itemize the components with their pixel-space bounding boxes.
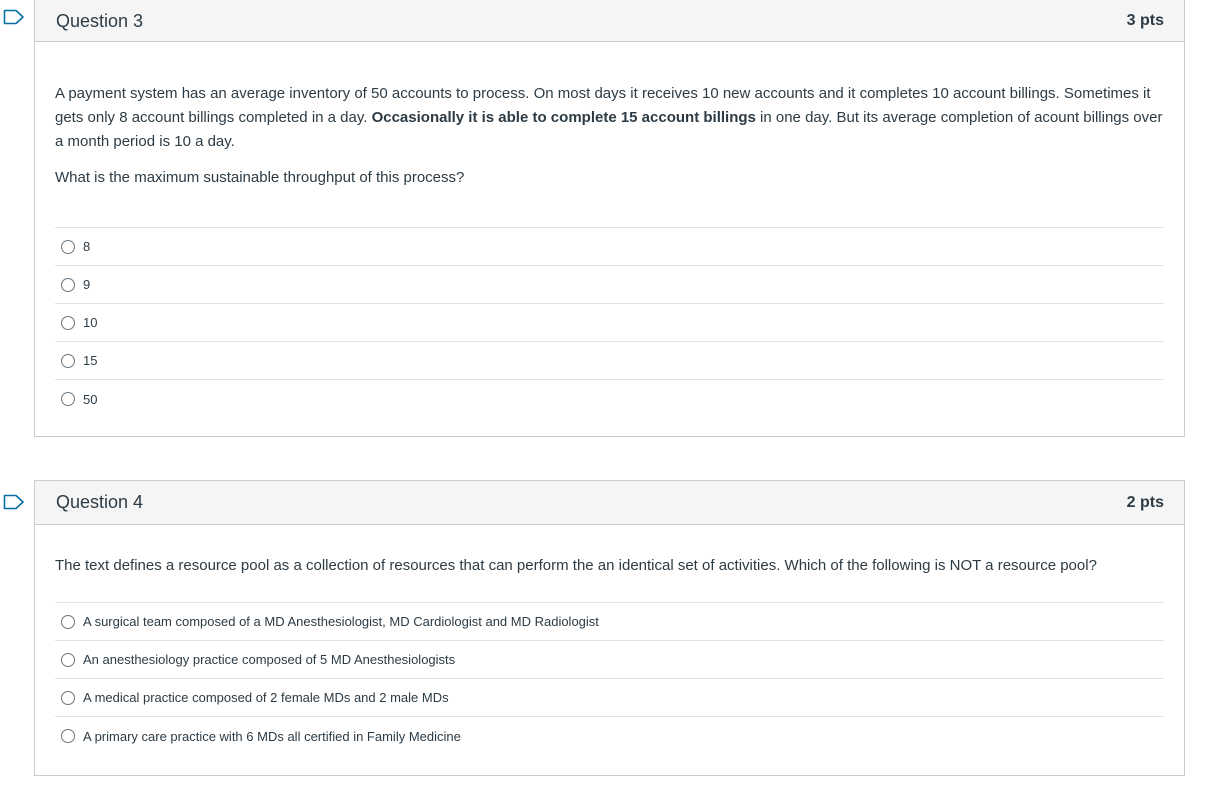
answer-option[interactable]: 15 — [55, 342, 1164, 380]
question-points: 2 pts — [1126, 493, 1164, 511]
radio-button[interactable] — [61, 614, 75, 629]
answer-list: 8 9 10 15 50 — [55, 227, 1164, 418]
question-title: Question 4 — [56, 492, 144, 512]
answer-label: A medical practice composed of 2 female … — [83, 690, 449, 705]
answer-label: 50 — [83, 391, 98, 407]
question-text: A payment system has an average inventor… — [55, 82, 1164, 154]
question-text: The text defines a resource pool as a co… — [55, 557, 1097, 574]
radio-button[interactable] — [61, 729, 75, 743]
radio-button[interactable] — [61, 652, 75, 667]
answer-option[interactable]: An anesthesiology practice composed of 5… — [55, 641, 1164, 679]
flag-question-icon[interactable] — [3, 9, 25, 25]
question-3-card: Question 3 3 pts A payment system has an… — [34, 0, 1185, 437]
answer-option[interactable]: 8 — [55, 228, 1164, 266]
answer-option[interactable]: A medical practice composed of 2 female … — [55, 679, 1164, 717]
answer-label: A surgical team composed of a MD Anesthe… — [83, 614, 599, 629]
question-4-body: The text defines a resource pool as a co… — [35, 554, 1184, 755]
question-text-emphasis: Occasionally it is able to complete 15 a… — [371, 109, 756, 126]
question-3-body: A payment system has an average inventor… — [35, 82, 1184, 418]
answer-label: 8 — [83, 239, 91, 254]
radio-button[interactable] — [61, 392, 75, 406]
flag-question-icon[interactable] — [3, 494, 25, 510]
question-4-card: Question 4 2 pts The text defines a reso… — [34, 480, 1185, 776]
question-title: Question 3 — [56, 10, 144, 31]
radio-button[interactable] — [61, 239, 75, 254]
answer-label: An anesthesiology practice composed of 5… — [83, 652, 456, 667]
answer-option[interactable]: A surgical team composed of a MD Anesthe… — [55, 603, 1164, 641]
answer-option[interactable]: A primary care practice with 6 MDs all c… — [55, 717, 1164, 755]
answer-label: 9 — [83, 277, 91, 292]
question-3-header: Question 3 3 pts — [35, 0, 1184, 42]
question-4-header: Question 4 2 pts — [35, 481, 1184, 525]
answer-label: 15 — [83, 353, 98, 368]
radio-button[interactable] — [61, 315, 75, 330]
answer-label: 10 — [83, 315, 98, 330]
answer-option[interactable]: 9 — [55, 266, 1164, 304]
question-prompt: What is the maximum sustainable throughp… — [55, 169, 465, 186]
radio-button[interactable] — [61, 690, 75, 705]
answer-option[interactable]: 50 — [55, 380, 1164, 418]
answer-label: A primary care practice with 6 MDs all c… — [83, 728, 461, 744]
question-points: 3 pts — [1126, 12, 1164, 29]
radio-button[interactable] — [61, 277, 75, 292]
answer-list: A surgical team composed of a MD Anesthe… — [55, 602, 1164, 755]
answer-option[interactable]: 10 — [55, 304, 1164, 342]
radio-button[interactable] — [61, 353, 75, 368]
